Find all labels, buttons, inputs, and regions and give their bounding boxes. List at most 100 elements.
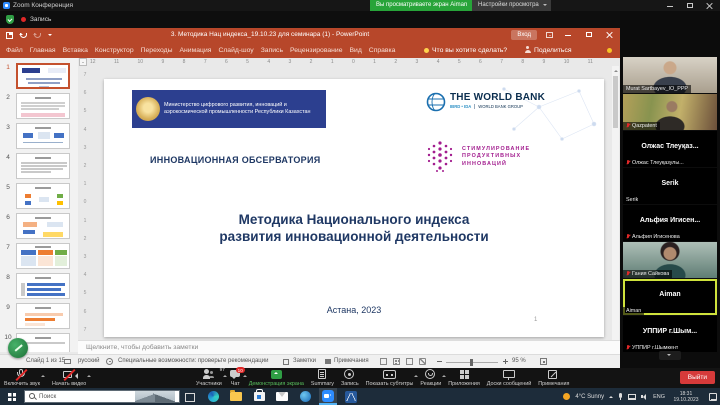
participant-tile[interactable]: Murat Sartbayev_IO_PPP bbox=[623, 57, 717, 93]
slide-thumbnail-item[interactable]: 4 bbox=[0, 153, 78, 179]
tray-mic-icon[interactable] bbox=[618, 393, 623, 401]
ribbon-display-options-icon[interactable] bbox=[546, 32, 553, 38]
observatory-heading[interactable]: ИННОВАЦИОННАЯ ОБСЕРВАТОРИЯ bbox=[150, 155, 321, 165]
toolbar-button[interactable]: Реакции bbox=[420, 369, 441, 387]
participant-tile[interactable]: Альфия Игисен... Альфия Игисенова bbox=[623, 205, 717, 241]
tell-me-search[interactable]: Что вы хотите сделать? bbox=[424, 42, 507, 58]
comments-toggle-button[interactable]: Примечания bbox=[334, 355, 369, 368]
caret-up-icon[interactable] bbox=[414, 373, 418, 377]
toolbar-button[interactable]: 10 Чат bbox=[229, 369, 242, 387]
language-switcher[interactable]: ENG bbox=[653, 394, 665, 400]
ribbon-tab[interactable]: Слайд-шоу bbox=[218, 47, 253, 54]
ppt-close-button[interactable] bbox=[604, 28, 616, 42]
slide-thumbnail-item[interactable]: 9 bbox=[0, 303, 78, 329]
slide-sorter-icon[interactable] bbox=[393, 358, 400, 365]
zoom-slider-thumb[interactable] bbox=[470, 359, 473, 366]
next-slide-icon[interactable] bbox=[614, 324, 618, 328]
store-app-icon[interactable] bbox=[250, 388, 268, 405]
toolbar-button[interactable]: Запись bbox=[341, 369, 359, 387]
toolbar-button[interactable]: 97 Участники bbox=[196, 369, 222, 387]
slide-footer[interactable]: Астана, 2023 bbox=[104, 305, 604, 315]
fit-to-window-icon[interactable] bbox=[540, 358, 547, 365]
encryption-shield-icon[interactable] bbox=[6, 15, 14, 24]
browser-app-icon[interactable] bbox=[296, 388, 314, 405]
scroll-down-icon[interactable] bbox=[614, 331, 618, 335]
reading-view-icon[interactable] bbox=[406, 358, 413, 365]
participant-tile[interactable]: УППИР г.Шым... УППИР г.Шымкент bbox=[623, 316, 717, 352]
slide-title[interactable]: Методика Национального индекса развития … bbox=[104, 211, 604, 245]
slide-thumbnail-item[interactable]: 3 bbox=[0, 123, 78, 149]
ribbon-tab[interactable]: Вставка bbox=[63, 47, 88, 54]
word-app-icon[interactable] bbox=[342, 388, 360, 405]
toolbar-button[interactable]: Начать видео bbox=[52, 369, 86, 387]
ribbon-tab[interactable]: Справка bbox=[369, 47, 396, 54]
slide-thumbnail-item[interactable]: 8 bbox=[0, 273, 78, 299]
sign-in-button[interactable]: Вход bbox=[511, 30, 537, 40]
notes-pane[interactable]: Щелкните, чтобы добавить заметки bbox=[78, 340, 620, 354]
taskbar-clock[interactable]: 18:31 19.10.2023 bbox=[670, 391, 702, 403]
zoom-percentage[interactable]: 95 % bbox=[512, 355, 526, 368]
slide-thumbnail-image[interactable] bbox=[16, 273, 70, 299]
toolbar-button[interactable]: Summary bbox=[311, 369, 334, 387]
toolbar-button[interactable]: Показать субтитры bbox=[366, 369, 414, 387]
slide-thumbnail-image[interactable] bbox=[16, 153, 70, 179]
redo-icon[interactable] bbox=[34, 33, 41, 38]
notes-toggle-button[interactable]: Заметки bbox=[293, 355, 316, 368]
maximize-button[interactable] bbox=[680, 0, 700, 11]
slide-thumbnail-image[interactable] bbox=[16, 63, 70, 89]
participant-tile[interactable]: Serik Serik bbox=[623, 168, 717, 204]
slide-thumbnail-item[interactable]: 5 bbox=[0, 183, 78, 209]
weather-status[interactable]: 4°C Sunny bbox=[575, 394, 604, 400]
caret-up-icon[interactable] bbox=[442, 373, 446, 377]
participant-tile[interactable]: Qazpatent bbox=[623, 94, 717, 130]
ribbon-tab[interactable]: Рецензирование bbox=[290, 47, 342, 54]
ppt-maximize-button[interactable] bbox=[583, 28, 595, 42]
scrollbar-thumb[interactable] bbox=[613, 76, 618, 128]
close-button[interactable] bbox=[700, 0, 720, 11]
zoom-out-icon[interactable] bbox=[437, 361, 442, 362]
toolbar-button[interactable]: Доски сообщений bbox=[487, 369, 531, 387]
share-button[interactable]: Поделиться bbox=[524, 42, 572, 58]
normal-view-icon[interactable] bbox=[380, 358, 387, 365]
caret-up-icon[interactable] bbox=[87, 373, 91, 377]
save-icon[interactable] bbox=[6, 32, 13, 39]
ribbon-tab[interactable]: Главная bbox=[30, 47, 56, 54]
slide-scrollbar[interactable] bbox=[612, 66, 619, 340]
ribbon-tab[interactable]: Вид bbox=[349, 47, 361, 54]
ribbon-tab[interactable]: Конструктор bbox=[95, 47, 134, 54]
search-highlight-image[interactable] bbox=[135, 391, 175, 402]
previous-slide-icon[interactable] bbox=[614, 317, 618, 321]
toolbar-button[interactable]: Включить звук bbox=[4, 369, 40, 387]
display-settings-icon[interactable] bbox=[64, 359, 71, 364]
slide-thumbnail-image[interactable] bbox=[16, 243, 70, 269]
view-settings-button[interactable]: Настройки просмотра bbox=[472, 0, 551, 11]
undo-icon[interactable] bbox=[20, 33, 27, 38]
participant-tile[interactable]: Aiman Aiman bbox=[623, 279, 717, 315]
caret-up-icon[interactable] bbox=[223, 373, 227, 377]
qat-dropdown-icon[interactable] bbox=[48, 34, 52, 38]
volume-icon[interactable] bbox=[641, 393, 648, 400]
weather-sun-icon[interactable] bbox=[563, 393, 570, 400]
slide-thumbnail-image[interactable] bbox=[16, 93, 70, 119]
mail-app-icon[interactable] bbox=[273, 388, 291, 405]
slide-thumbnail-item[interactable]: 1 bbox=[0, 63, 78, 89]
participant-tile[interactable]: Гания Сайкова bbox=[623, 242, 717, 278]
participant-tile[interactable]: Олжас Тлеуқаз... Олжас Тлеуқазулы... bbox=[623, 131, 717, 167]
toolbar-button[interactable]: Примечания bbox=[538, 369, 569, 387]
slide-thumbnail-image[interactable] bbox=[16, 213, 70, 239]
toolbar-button[interactable]: Приложения bbox=[448, 369, 480, 387]
network-icon[interactable] bbox=[628, 394, 636, 400]
ribbon-tab[interactable]: Запись bbox=[261, 47, 283, 54]
task-view-button[interactable] bbox=[180, 388, 198, 405]
caret-up-icon[interactable] bbox=[41, 373, 45, 377]
slide-canvas[interactable]: Министерство цифрового развития, инновац… bbox=[104, 79, 604, 337]
hidden-icons-chevron[interactable] bbox=[609, 394, 613, 398]
slide-thumbnail-item[interactable]: 7 bbox=[0, 243, 78, 269]
slide-thumbnail-item[interactable]: 2 bbox=[0, 93, 78, 119]
file-explorer-icon[interactable] bbox=[227, 388, 245, 405]
language-indicator[interactable]: русский bbox=[78, 355, 100, 368]
slide-thumbnail-image[interactable] bbox=[16, 123, 70, 149]
edge-app-icon[interactable] bbox=[204, 388, 222, 405]
minimize-button[interactable] bbox=[660, 0, 680, 11]
zoom-in-icon[interactable] bbox=[503, 361, 508, 362]
